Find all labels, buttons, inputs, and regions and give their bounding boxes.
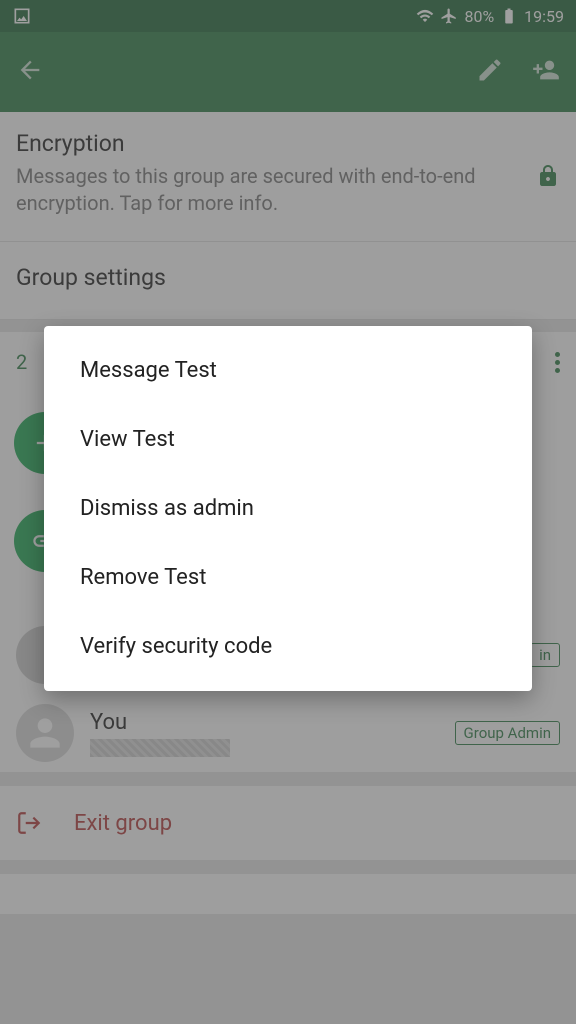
menu-item-view[interactable]: View Test bbox=[44, 405, 532, 474]
menu-item-message[interactable]: Message Test bbox=[44, 336, 532, 405]
menu-item-remove[interactable]: Remove Test bbox=[44, 543, 532, 612]
menu-item-verify[interactable]: Verify security code bbox=[44, 612, 532, 681]
context-menu-dialog: Message Test View Test Dismiss as admin … bbox=[44, 326, 532, 691]
menu-item-dismiss-admin[interactable]: Dismiss as admin bbox=[44, 474, 532, 543]
